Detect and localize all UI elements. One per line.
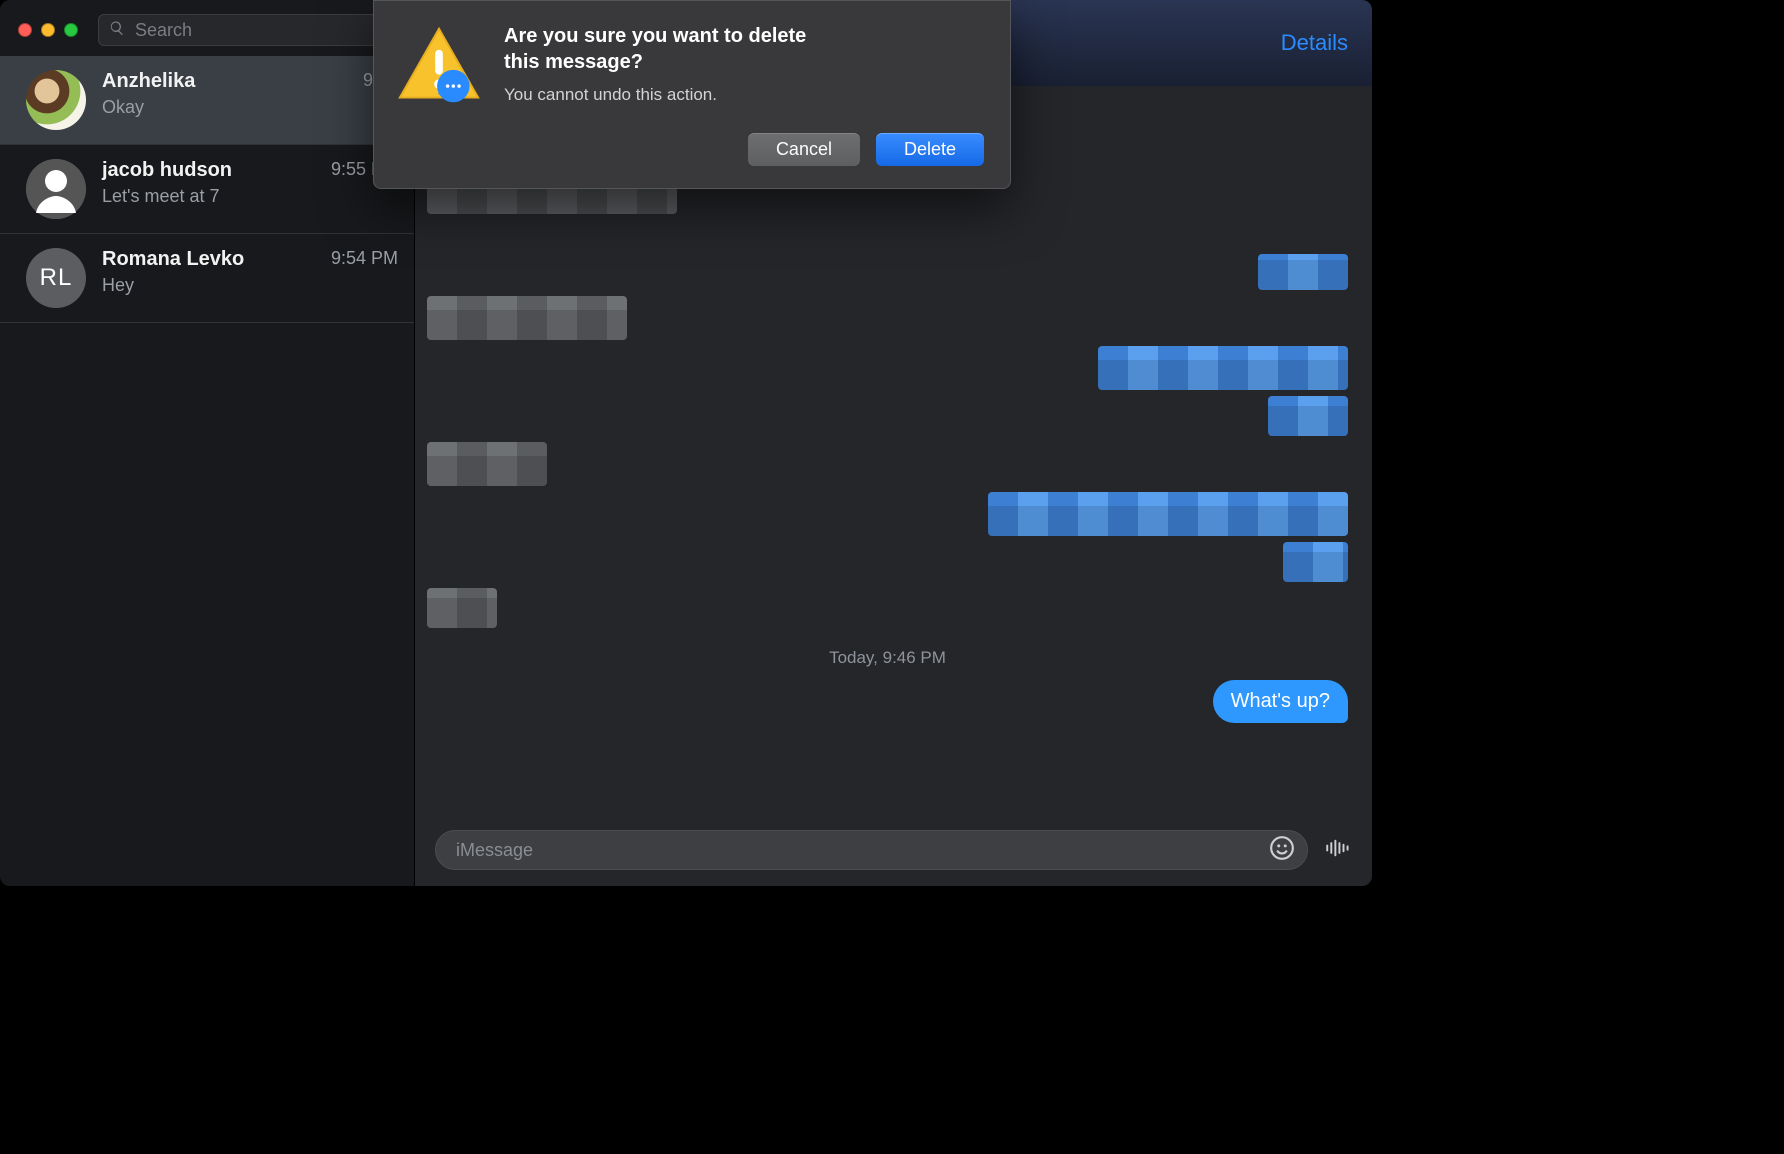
conversation-name: jacob hudson bbox=[102, 159, 232, 182]
message-row-sent: What's up? bbox=[427, 680, 1348, 723]
avatar bbox=[26, 159, 86, 219]
dialog-body: Are you sure you want to delete this mes… bbox=[504, 23, 984, 166]
minimize-window-button[interactable] bbox=[41, 23, 55, 37]
avatar-initials: RL bbox=[40, 264, 73, 292]
message-input-pill[interactable] bbox=[435, 830, 1308, 870]
conversation-main: Anzhelika 9:56 Okay bbox=[102, 70, 398, 118]
dialog-title: Are you sure you want to delete this mes… bbox=[504, 23, 984, 75]
conversation-time: 9:54 PM bbox=[331, 248, 398, 271]
redacted-message bbox=[427, 254, 1348, 290]
sent-message-bubble[interactable]: What's up? bbox=[1213, 680, 1348, 723]
search-icon bbox=[109, 20, 125, 41]
delete-button[interactable]: Delete bbox=[876, 133, 984, 166]
avatar bbox=[26, 70, 86, 130]
search-field[interactable] bbox=[98, 14, 380, 46]
avatar: RL bbox=[26, 248, 86, 308]
dialog-actions: Cancel Delete bbox=[504, 133, 984, 166]
details-link[interactable]: Details bbox=[1281, 30, 1348, 56]
window-controls bbox=[14, 23, 84, 37]
conversation-name: Anzhelika bbox=[102, 70, 195, 93]
conversation-main: jacob hudson 9:55 PM Let's meet at 7 bbox=[102, 159, 398, 207]
conversation-item[interactable]: jacob hudson 9:55 PM Let's meet at 7 bbox=[0, 145, 414, 234]
conversation-snippet: Hey bbox=[102, 275, 398, 296]
cancel-button[interactable]: Cancel bbox=[748, 133, 860, 166]
dialog-subtitle: You cannot undo this action. bbox=[504, 85, 984, 105]
redacted-message bbox=[427, 492, 1348, 536]
redacted-message bbox=[427, 542, 1348, 582]
message-thread[interactable]: Today, 9:46 PM What's up? bbox=[415, 86, 1372, 818]
person-icon bbox=[26, 159, 86, 219]
titlebar bbox=[0, 0, 414, 56]
message-input[interactable] bbox=[454, 839, 1257, 862]
sidebar: Anzhelika 9:56 Okay jacob bbox=[0, 0, 415, 886]
smiley-icon bbox=[1269, 835, 1295, 866]
close-window-button[interactable] bbox=[18, 23, 32, 37]
waveform-icon bbox=[1324, 835, 1350, 866]
fullscreen-window-button[interactable] bbox=[64, 23, 78, 37]
conversation-item[interactable]: RL Romana Levko 9:54 PM Hey bbox=[0, 234, 414, 323]
conversation-snippet: Let's meet at 7 bbox=[102, 186, 398, 207]
search-input[interactable] bbox=[133, 19, 369, 42]
composer bbox=[415, 818, 1372, 886]
emoji-button[interactable] bbox=[1267, 835, 1297, 865]
conversation-list: Anzhelika 9:56 Okay jacob bbox=[0, 56, 414, 886]
conversation-snippet: Okay bbox=[102, 97, 398, 118]
redacted-message bbox=[427, 346, 1348, 390]
audio-record-button[interactable] bbox=[1322, 835, 1352, 865]
confirm-delete-dialog: Are you sure you want to delete this mes… bbox=[373, 0, 1011, 189]
redacted-message bbox=[427, 442, 1348, 486]
conversation-main: Romana Levko 9:54 PM Hey bbox=[102, 248, 398, 296]
conversation-name: Romana Levko bbox=[102, 248, 244, 271]
redacted-message bbox=[427, 296, 1348, 340]
redacted-message bbox=[427, 396, 1348, 436]
redacted-message bbox=[427, 588, 1348, 628]
warning-icon bbox=[396, 23, 482, 109]
conversation-item[interactable]: Anzhelika 9:56 Okay bbox=[0, 56, 414, 145]
messages-window: Anzhelika 9:56 Okay jacob bbox=[0, 0, 1372, 886]
thread-timestamp: Today, 9:46 PM bbox=[427, 648, 1348, 668]
